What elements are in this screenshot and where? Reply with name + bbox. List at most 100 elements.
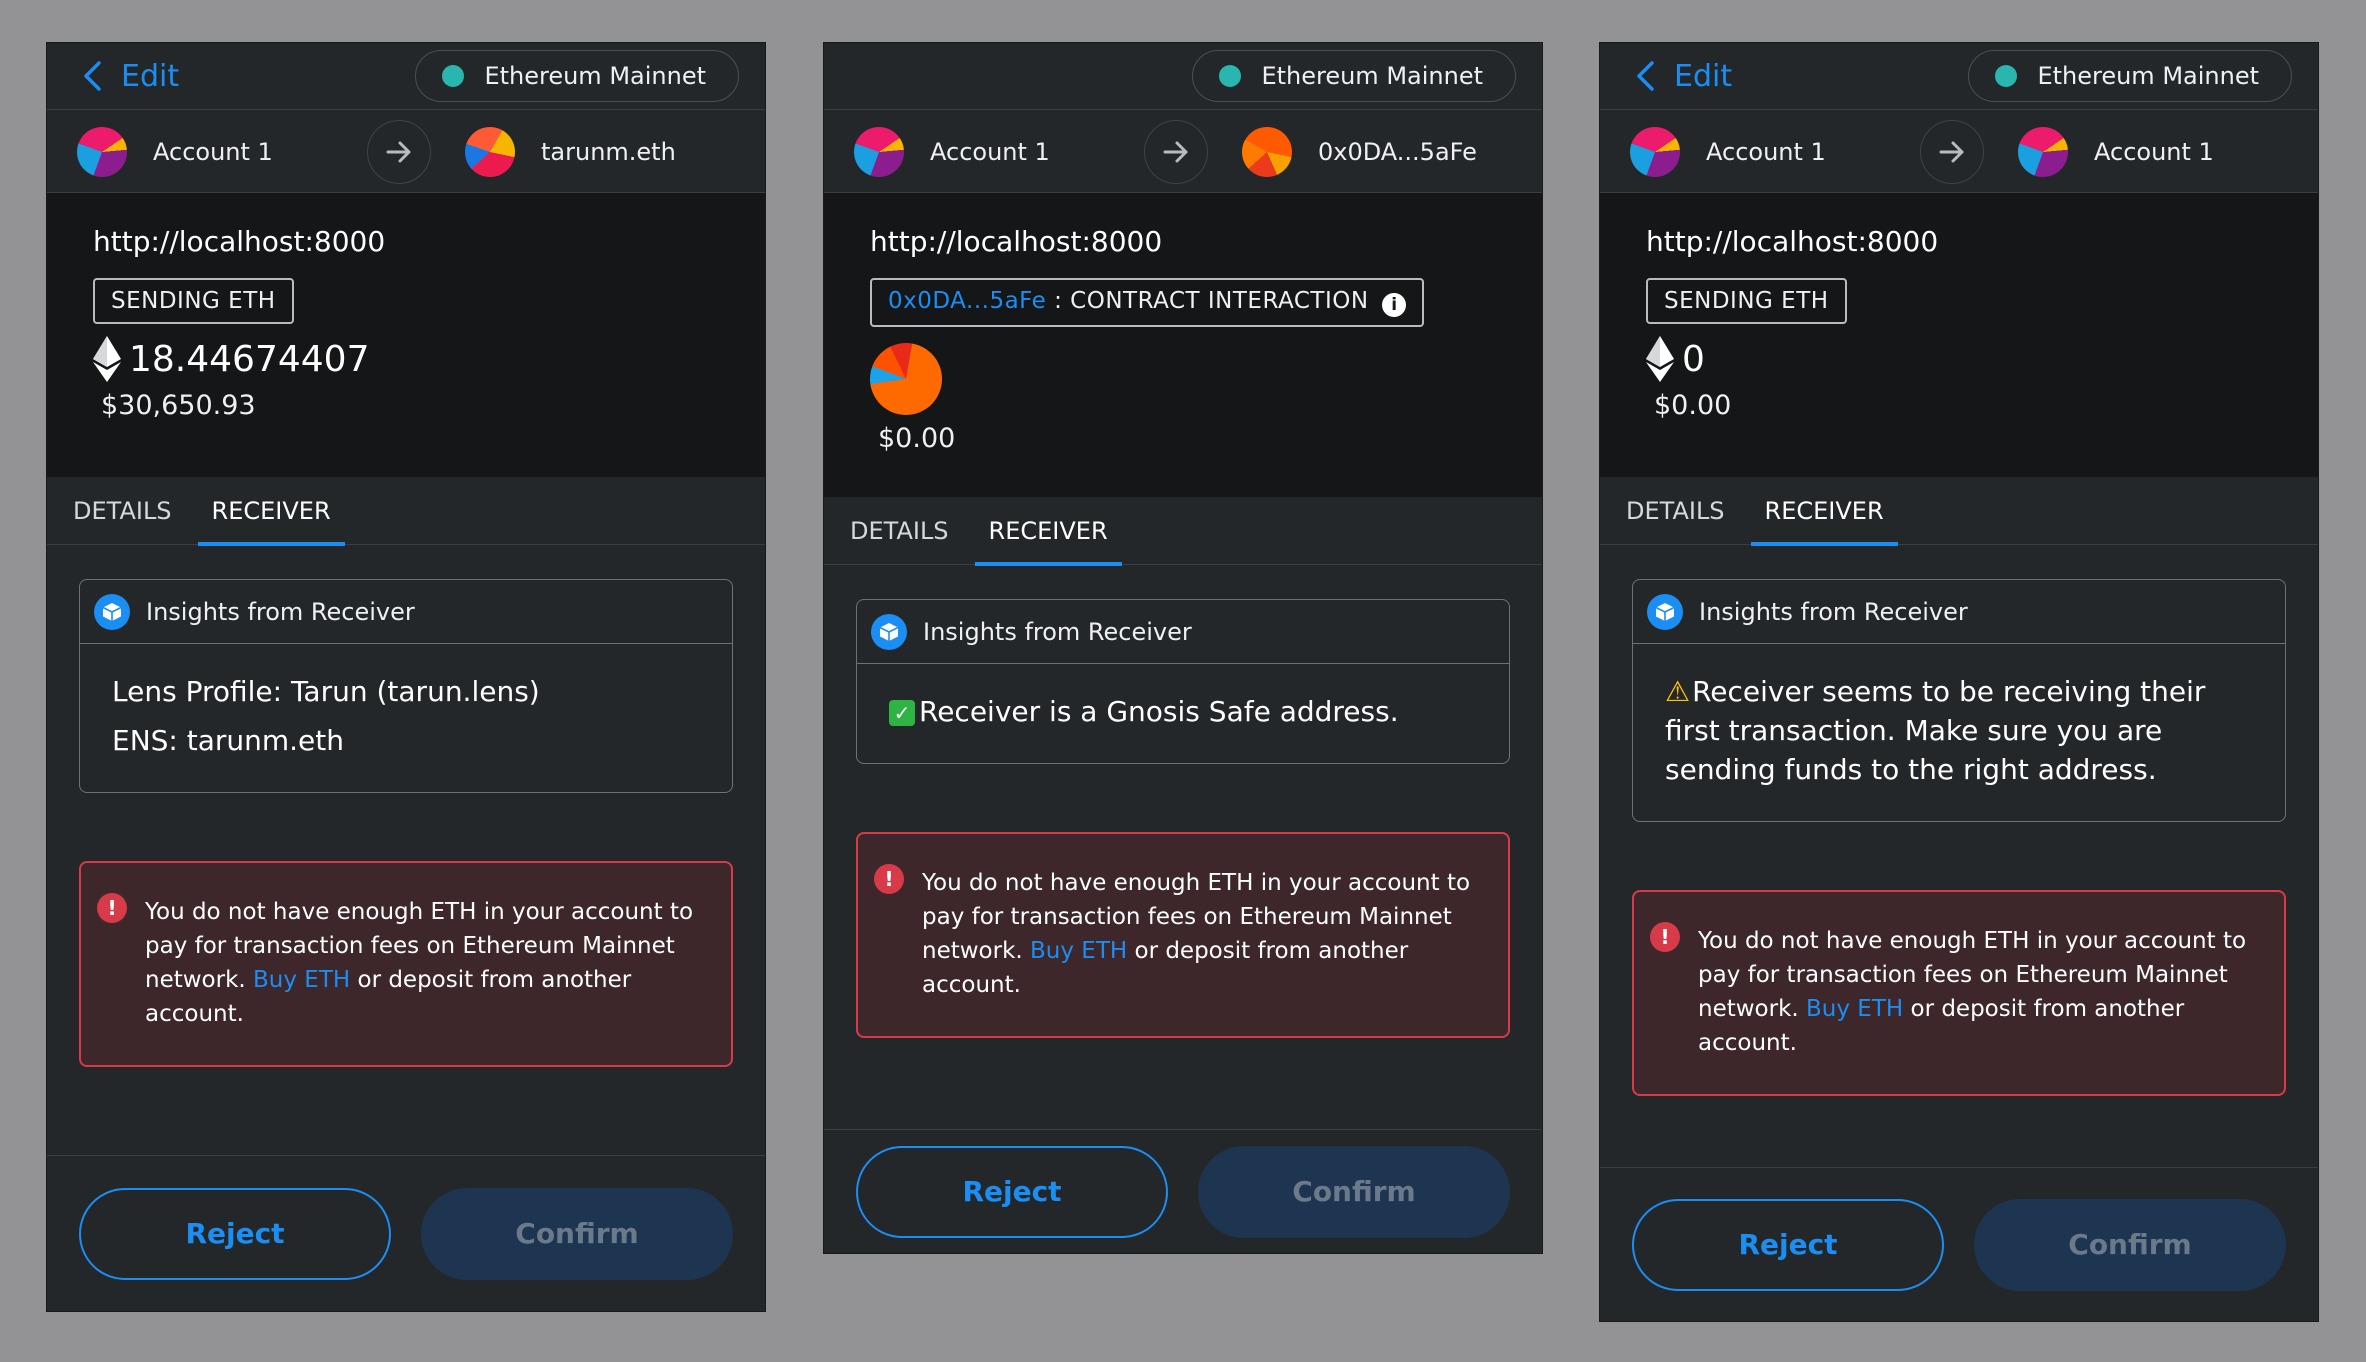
- network-label: Ethereum Mainnet: [2037, 62, 2259, 90]
- origin-url: http://localhost:8000: [93, 225, 386, 258]
- edit-button[interactable]: Edit: [1632, 59, 1732, 94]
- check-icon: ✓: [889, 700, 915, 726]
- reject-button[interactable]: Reject: [79, 1187, 391, 1280]
- error-icon: !: [97, 893, 127, 923]
- header: Edit Ethereum Mainnet: [1600, 43, 2318, 109]
- amount: 0: [1646, 336, 2272, 382]
- insights-header: Insights from Receiver: [857, 600, 1509, 664]
- arrow-right-icon: [367, 120, 431, 184]
- receiver-name: 0x0DA...5aFe: [1318, 138, 1477, 166]
- insights-header: Insights from Receiver: [80, 580, 732, 644]
- tab-receiver[interactable]: RECEIVER: [974, 497, 1122, 566]
- network-label: Ethereum Mainnet: [484, 62, 706, 90]
- amount: 18.44674407: [93, 336, 719, 382]
- insight-gnosis-text: Receiver is a Gnosis Safe address.: [919, 695, 1399, 728]
- warning-icon: ⚠: [1665, 675, 1691, 708]
- tab-details[interactable]: DETAILS: [1612, 477, 1739, 545]
- insights-body: ⚠Receiver seems to be receiving their fi…: [1633, 644, 2285, 821]
- insufficient-funds-error: ! You do not have enough ETH in your acc…: [856, 832, 1510, 1038]
- buy-eth-link[interactable]: Buy ETH: [253, 967, 350, 993]
- edit-label: Edit: [1674, 58, 1733, 94]
- sender-receiver-row: Account 1 tarunm.eth: [47, 109, 765, 193]
- confirm-panel-2: Ethereum Mainnet Account 1 0x0DA...5aFe …: [823, 42, 1543, 1254]
- transaction-summary: http://localhost:8000 0x0DA...5aFe : CON…: [824, 193, 1542, 497]
- receiver-account[interactable]: Account 1: [2018, 110, 2214, 194]
- chevron-left-icon: [1637, 61, 1654, 91]
- sender-account[interactable]: Account 1: [1630, 110, 1826, 194]
- buy-eth-link[interactable]: Buy ETH: [1806, 996, 1903, 1022]
- insight-gnosis: ✓ Receiver is a Gnosis Safe address.: [889, 692, 1477, 731]
- snap-icon: [871, 613, 907, 650]
- arrow-right-icon: [1920, 120, 1984, 184]
- sender-name: Account 1: [153, 138, 273, 166]
- tab-bar: DETAILS RECEIVER: [824, 497, 1542, 566]
- sender-receiver-row: Account 1 0x0DA...5aFe: [824, 109, 1542, 193]
- receiver-avatar: [2018, 127, 2068, 177]
- sender-account[interactable]: Account 1: [854, 110, 1050, 194]
- receiver-account[interactable]: tarunm.eth: [465, 110, 676, 194]
- footer: Reject Confirm: [1600, 1167, 2318, 1321]
- insight-first-tx-text: Receiver seems to be receiving their fir…: [1665, 675, 2206, 786]
- eth-icon: [93, 336, 121, 382]
- insights-title: Insights from Receiver: [1699, 597, 1968, 626]
- reject-button[interactable]: Reject: [856, 1145, 1168, 1238]
- transaction-type-tag: SENDING ETH: [1646, 278, 1847, 324]
- insights-card: Insights from Receiver Lens Profile: Tar…: [79, 579, 733, 793]
- sender-account[interactable]: Account 1: [77, 110, 273, 194]
- tab-details[interactable]: DETAILS: [59, 477, 186, 545]
- account-avatar: [854, 127, 904, 177]
- account-avatar: [77, 127, 127, 177]
- insufficient-funds-error: ! You do not have enough ETH in your acc…: [79, 861, 733, 1067]
- transaction-summary: http://localhost:8000 SENDING ETH 18.446…: [47, 193, 765, 477]
- transaction-type-tag: 0x0DA...5aFe : CONTRACT INTERACTION i: [870, 278, 1425, 327]
- insights-title: Insights from Receiver: [146, 597, 415, 626]
- footer: Reject Confirm: [824, 1129, 1542, 1253]
- network-dot-icon: [1219, 65, 1242, 87]
- confirm-button[interactable]: Confirm: [1974, 1198, 2286, 1291]
- contract-interaction-label: : CONTRACT INTERACTION: [1046, 288, 1369, 314]
- tab-receiver[interactable]: RECEIVER: [1750, 477, 1898, 546]
- info-icon[interactable]: i: [1382, 293, 1407, 317]
- fiat-value: $0.00: [878, 423, 956, 454]
- buy-eth-link[interactable]: Buy ETH: [1030, 938, 1127, 964]
- confirm-panel-1: Edit Ethereum Mainnet Account 1 tarunm.e…: [46, 42, 766, 1312]
- sender-name: Account 1: [1706, 138, 1826, 166]
- eth-icon: [1646, 336, 1674, 382]
- confirm-button[interactable]: Confirm: [421, 1187, 733, 1280]
- insight-ens: ENS: tarunm.eth: [112, 724, 345, 757]
- edit-button[interactable]: Edit: [79, 59, 179, 94]
- receiver-avatar: [465, 127, 515, 177]
- receiver-name: Account 1: [2094, 138, 2214, 166]
- tab-details[interactable]: DETAILS: [836, 497, 963, 565]
- insights-body: ✓ Receiver is a Gnosis Safe address.: [857, 664, 1509, 763]
- receiver-avatar: [1242, 127, 1292, 177]
- network-selector[interactable]: Ethereum Mainnet: [1968, 50, 2292, 102]
- network-selector[interactable]: Ethereum Mainnet: [415, 50, 739, 102]
- insights-body: Lens Profile: Tarun (tarun.lens) ENS: ta…: [80, 644, 732, 792]
- edit-label: Edit: [121, 58, 180, 94]
- sender-receiver-row: Account 1 Account 1: [1600, 109, 2318, 193]
- insufficient-funds-error: ! You do not have enough ETH in your acc…: [1632, 890, 2286, 1096]
- amount-value: 18.44674407: [129, 338, 370, 380]
- origin-url: http://localhost:8000: [1646, 225, 1939, 258]
- network-selector[interactable]: Ethereum Mainnet: [1192, 50, 1516, 102]
- fiat-value: $30,650.93: [101, 390, 256, 421]
- insights-card: Insights from Receiver ✓ Receiver is a Gn…: [856, 599, 1510, 764]
- transaction-type-tag: SENDING ETH: [93, 278, 294, 324]
- confirm-panel-3: Edit Ethereum Mainnet Account 1 Account …: [1599, 42, 2319, 1322]
- receiver-account[interactable]: 0x0DA...5aFe: [1242, 110, 1477, 194]
- account-avatar: [1630, 127, 1680, 177]
- insight-lens: Lens Profile: Tarun (tarun.lens): [112, 675, 540, 708]
- network-label: Ethereum Mainnet: [1261, 62, 1483, 90]
- amount-value: 0: [1682, 338, 1705, 380]
- header: Edit Ethereum Mainnet: [47, 43, 765, 109]
- network-dot-icon: [1995, 65, 2018, 87]
- reject-button[interactable]: Reject: [1632, 1198, 1944, 1291]
- confirm-button[interactable]: Confirm: [1198, 1145, 1510, 1238]
- tab-receiver[interactable]: RECEIVER: [197, 477, 345, 546]
- receiver-name: tarunm.eth: [541, 138, 676, 166]
- network-dot-icon: [442, 65, 465, 87]
- transaction-summary: http://localhost:8000 SENDING ETH 0 $0.0…: [1600, 193, 2318, 477]
- error-icon: !: [874, 864, 904, 894]
- contract-address-link[interactable]: 0x0DA...5aFe: [888, 288, 1046, 314]
